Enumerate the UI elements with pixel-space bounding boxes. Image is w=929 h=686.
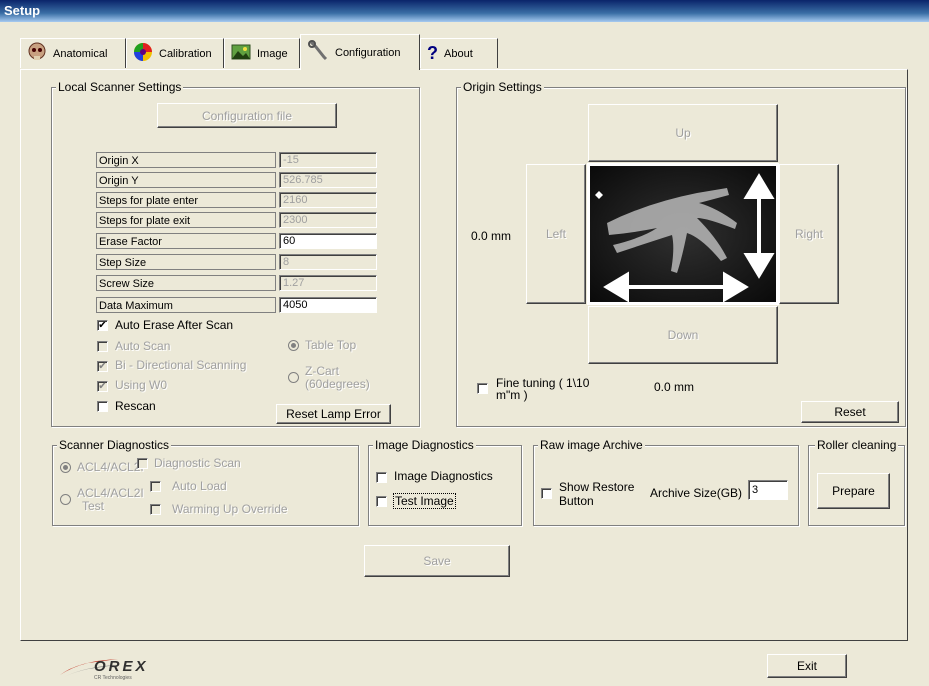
tab-configuration[interactable]: Configuration (300, 34, 420, 70)
up-button[interactable]: Up (588, 104, 778, 162)
using-w0-label: Using W0 (115, 378, 168, 392)
auto-erase-checkbox[interactable]: ✔ (97, 320, 108, 331)
reset-lamp-error-button[interactable]: Reset Lamp Error (276, 404, 391, 424)
acl-radio-1[interactable] (60, 462, 71, 473)
step-size-field[interactable]: 8 (279, 254, 377, 270)
zcart-sublabel: (60degrees) (305, 377, 370, 391)
orex-logo: OREX CR Technologies (58, 653, 178, 681)
origin-x-label: Origin X (96, 152, 276, 168)
archive-size-input[interactable]: 3 (748, 480, 788, 500)
tab-label: Calibration (159, 47, 212, 60)
test-image-checkbox[interactable] (376, 496, 387, 507)
svg-text:CR Technologies: CR Technologies (94, 675, 132, 681)
table-top-label: Table Top (305, 338, 357, 352)
screw-size-field[interactable]: 1.27 (279, 275, 377, 291)
tab-label: Anatomical (53, 47, 108, 60)
y-offset-value: 0.0 mm (654, 380, 695, 394)
x-offset-value: 0.0 mm (471, 229, 512, 243)
fine-tuning-checkbox[interactable] (477, 383, 488, 394)
diagnostic-scan-checkbox[interactable] (137, 458, 148, 469)
tab-image[interactable]: Image (224, 38, 300, 68)
diagnostic-scan-label: Diagnostic Scan (154, 456, 241, 470)
acl-label-1: ACL4/ACL2I (77, 460, 144, 474)
steps-enter-field[interactable]: 2160 (279, 192, 377, 208)
fine-tuning-label-2: m"m ) (496, 388, 528, 402)
image-diagnostics-label: Image Diagnostics (394, 469, 493, 483)
group-title: Raw image Archive (538, 438, 645, 452)
auto-erase-label: Auto Erase After Scan (115, 318, 234, 332)
window-title-bar: Setup (0, 0, 929, 22)
zcart-radio[interactable] (288, 372, 299, 383)
test-image-label: Test Image (393, 493, 456, 509)
tab-label: Image (257, 47, 288, 60)
exit-button[interactable]: Exit (767, 654, 847, 678)
data-maximum-field[interactable]: 4050 (279, 297, 377, 313)
hand-xray-image (587, 163, 779, 305)
erase-factor-field[interactable]: 60 (279, 233, 377, 249)
group-title: Local Scanner Settings (56, 80, 184, 94)
origin-reset-button[interactable]: Reset (801, 401, 899, 423)
show-restore-checkbox[interactable] (541, 488, 552, 499)
wrench-icon (307, 40, 329, 65)
rescan-checkbox[interactable] (97, 401, 108, 412)
auto-scan-label: Auto Scan (115, 339, 171, 353)
table-top-radio[interactable] (288, 340, 299, 351)
acl-label-2: ACL4/ACL2I (77, 486, 144, 500)
tab-calibration[interactable]: Calibration (126, 38, 224, 68)
bidirectional-checkbox[interactable]: ✔ (97, 361, 108, 372)
tab-anatomical[interactable]: Anatomical (20, 38, 126, 68)
svg-text:OREX: OREX (94, 658, 149, 675)
rescan-label: Rescan (115, 399, 156, 413)
auto-scan-checkbox[interactable] (97, 341, 108, 352)
left-button[interactable]: Left (526, 164, 586, 304)
window-title: Setup (4, 3, 41, 18)
acl-radio-2[interactable] (60, 494, 71, 505)
group-title: Image Diagnostics (373, 438, 476, 452)
origin-y-label: Origin Y (96, 172, 276, 188)
right-button[interactable]: Right (779, 164, 839, 304)
bidirectional-label: Bi - Directional Scanning (115, 358, 247, 372)
save-button[interactable]: Save (364, 545, 510, 577)
group-title: Roller cleaning (815, 438, 899, 452)
acl-label-2b: Test (82, 499, 105, 513)
group-title: Scanner Diagnostics (57, 438, 172, 452)
using-w0-checkbox[interactable]: ✔ (97, 381, 108, 392)
origin-y-field[interactable]: 526.785 (279, 172, 377, 188)
skull-icon (27, 42, 47, 65)
steps-exit-field[interactable]: 2300 (279, 212, 377, 228)
tab-label: Configuration (335, 46, 401, 59)
erase-factor-label: Erase Factor (96, 233, 276, 249)
warming-override-checkbox[interactable] (150, 504, 161, 515)
auto-load-label: Auto Load (172, 479, 227, 493)
origin-x-field[interactable]: -15 (279, 152, 377, 168)
zcart-label: Z-Cart (305, 364, 339, 378)
question-icon: ? (427, 43, 438, 63)
tab-label: About (444, 47, 473, 60)
archive-size-label: Archive Size(GB) (650, 486, 743, 500)
auto-load-checkbox[interactable] (150, 481, 161, 492)
warming-override-label: Warming Up Override (172, 502, 288, 516)
color-wheel-icon (133, 42, 153, 65)
show-restore-label: Show Restore (559, 480, 635, 494)
step-size-label: Step Size (96, 254, 276, 270)
image-diagnostics-checkbox[interactable] (376, 472, 387, 483)
down-button[interactable]: Down (588, 306, 778, 364)
configuration-file-button[interactable]: Configuration file (157, 103, 337, 128)
prepare-button[interactable]: Prepare (817, 473, 890, 509)
image-icon (231, 43, 251, 64)
screw-size-label: Screw Size (96, 275, 276, 291)
tab-about[interactable]: ? About (420, 38, 498, 68)
group-title: Origin Settings (461, 80, 544, 94)
steps-enter-label: Steps for plate enter (96, 192, 276, 208)
data-maximum-label: Data Maximum (96, 297, 276, 313)
show-restore-label-2: Button (559, 494, 594, 508)
steps-exit-label: Steps for plate exit (96, 212, 276, 228)
